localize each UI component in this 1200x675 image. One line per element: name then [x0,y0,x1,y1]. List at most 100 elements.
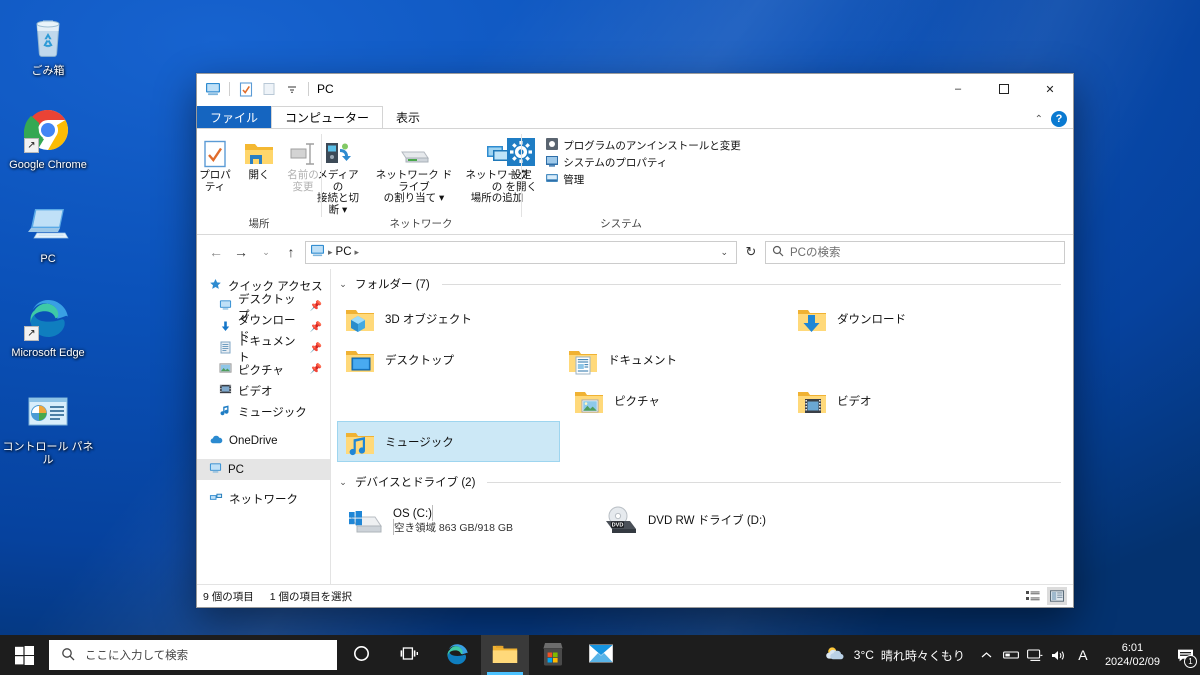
edge-button[interactable] [433,635,481,675]
removable-media-icon[interactable] [999,635,1023,675]
open-button[interactable]: 開く [237,134,281,182]
sidebar-item-network[interactable]: ネットワーク [197,488,330,509]
properties-icon[interactable] [237,80,255,98]
file-explorer-window[interactable]: PC – ✕ ファイル コンピューター 表示 ⌃ ? プロパティ 開く 名前の … [196,73,1074,608]
folder-item-desktop[interactable]: デスクトップ [337,339,560,380]
back-button[interactable]: ← [205,241,227,263]
ime-indicator[interactable]: A [1071,635,1095,675]
help-button[interactable]: ? [1051,111,1067,127]
collapse-ribbon-icon[interactable]: ⌃ [1035,114,1043,125]
desktop-icon-microsoft-edge[interactable]: ↗ Microsoft Edge [0,288,96,364]
sidebar-item-documents[interactable]: ドキュメント 📌 [197,336,330,364]
new-folder-icon[interactable] [260,80,278,98]
folder-item-videos[interactable]: ビデオ [789,380,1012,421]
clock-date: 2024/02/09 [1104,656,1160,668]
tab-view[interactable]: 表示 [383,106,433,128]
taskbar[interactable]: ここに入力して検索 3°C 晴れ時々くもり A 6:01 2024/02/09 … [0,635,1200,675]
folder-item-music[interactable]: ミュージック [337,421,560,462]
folder-item-pictures[interactable]: ピクチャ [566,380,789,421]
drive-item-dvd-d[interactable]: DVD DVD RW ドライブ (D:) [592,496,837,544]
task-view-button[interactable] [385,635,433,675]
pin-icon[interactable]: 📌 [310,364,322,375]
manage-icon [545,171,559,188]
sidebar-item-pictures[interactable]: ピクチャ 📌 [197,359,330,380]
this-pc-icon[interactable] [204,80,222,98]
weather-temperature: 3°C [853,648,874,662]
network-icon[interactable] [1023,635,1047,675]
desktop-icon-recycle-bin[interactable]: ごみ箱 [0,6,96,82]
weather-widget[interactable]: 3°C 晴れ時々くもり [815,645,975,666]
folders-group-header[interactable]: ⌄ フォルダー (7) [331,269,1073,294]
desktop-icon-this-pc[interactable]: PC [0,194,96,270]
breadcrumb-separator-2[interactable]: ▸ [355,247,360,258]
close-button[interactable]: ✕ [1027,74,1073,104]
folder-item-label: ビデオ [837,395,872,408]
drives-group-header[interactable]: ⌄ デバイスとドライブ (2) [331,462,1073,492]
start-button[interactable] [0,635,48,675]
navigation-pane[interactable]: クイック アクセス デスクトップ 📌 ダウンロード 📌 ドキュメント 📌 ピクチ… [197,269,331,584]
ribbon-group-network-name: ネットワーク [389,218,453,230]
folder-item-3d-objects[interactable]: 3D オブジェクト [337,298,560,339]
mail-button[interactable] [577,635,625,675]
folder-item-label: ピクチャ [614,395,660,408]
desktop-icon-control-panel[interactable]: コントロール パネル [0,382,96,471]
taskbar-clock[interactable]: 6:01 2024/02/09 [1095,641,1170,669]
folder-item-documents[interactable]: ドキュメント [560,339,783,380]
properties-icon [202,136,228,168]
window-titlebar[interactable]: PC – ✕ [197,74,1073,104]
this-pc-icon [24,200,72,248]
microsoft-store-button[interactable] [529,635,577,675]
cortana-button[interactable] [337,635,385,675]
desktop-icon-google-chrome[interactable]: ↗ Google Chrome [0,100,96,176]
folder-music-icon [344,426,376,458]
pin-icon[interactable]: 📌 [310,322,322,333]
breadcrumb-dropdown-icon[interactable]: ⌄ [716,247,732,258]
forward-button[interactable]: → [230,241,252,263]
up-button[interactable]: ↑ [280,241,302,263]
desktop-icon-label: ごみ箱 [31,65,65,77]
chevron-down-icon[interactable]: ⌄ [337,477,349,488]
sidebar-item-onedrive[interactable]: OneDrive [197,430,330,451]
file-explorer-button[interactable] [481,635,529,675]
refresh-button[interactable]: ↻ [740,241,762,264]
show-hidden-icons-button[interactable] [975,635,999,675]
breadcrumb[interactable]: ▸ PC ▸ ⌄ [305,240,737,264]
open-settings-button[interactable]: 設定 を開く [499,134,543,193]
tab-file[interactable]: ファイル [197,106,272,128]
customize-dropdown-icon[interactable] [283,80,301,98]
search-box[interactable]: PCの検索 [765,240,1065,264]
drive-label: DVD RW ドライブ (D:) [648,515,766,527]
properties-button[interactable]: プロパティ [193,134,237,193]
taskbar-search-box[interactable]: ここに入力して検索 [49,640,337,670]
chevron-down-icon[interactable]: ⌄ [337,279,349,290]
address-bar-row: ← → ⌄ ↑ ▸ PC ▸ ⌄ ↻ PCの検索 [197,235,1073,269]
volume-icon[interactable] [1047,635,1071,675]
drive-item-os-c[interactable]: OS (C:) 空き領域 863 GB/918 GB [337,496,582,544]
control-panel-icon [24,388,72,436]
large-icons-view-button[interactable] [1047,587,1067,605]
status-item-count: 9 個の項目 [203,590,254,603]
system-properties-button[interactable]: システムのプロパティ [543,154,743,171]
map-network-drive-button[interactable]: ネットワーク ドライブ の割り当て ▾ [369,134,459,205]
breadcrumb-separator: ▸ [328,246,333,257]
pin-icon[interactable]: 📌 [310,343,322,354]
system-properties-icon [545,154,559,171]
tab-computer[interactable]: コンピューター [271,106,384,128]
folder-item-downloads[interactable]: ダウンロード [789,298,1012,339]
pin-icon[interactable]: 📌 [310,301,322,312]
sidebar-item-music[interactable]: ミュージック [197,401,330,422]
media-connect-disconnect-button[interactable]: メディアの 接続と切断 ▾ [307,134,369,216]
recent-locations-button[interactable]: ⌄ [255,241,277,263]
minimize-button[interactable]: – [935,74,981,104]
breadcrumb-item-pc[interactable]: PC [336,246,352,258]
details-view-button[interactable] [1023,587,1043,605]
uninstall-program-button[interactable]: プログラムのアンインストールと変更 [543,137,743,154]
sidebar-item-pc[interactable]: PC [197,459,330,480]
sidebar-item-videos[interactable]: ビデオ [197,380,330,401]
content-pane[interactable]: ⌄ フォルダー (7) 3D オブジェクト ダウンロード デスクトップ ドキュメ… [331,269,1073,584]
desktop-icon-list: ごみ箱 ↗ Google Chrome PC ↗ Microsoft Edge … [0,6,96,489]
maximize-button[interactable] [981,74,1027,104]
notification-center-button[interactable]: 1 [1170,635,1200,675]
properties-label: プロパティ [199,169,231,193]
manage-button[interactable]: 管理 [543,171,743,188]
